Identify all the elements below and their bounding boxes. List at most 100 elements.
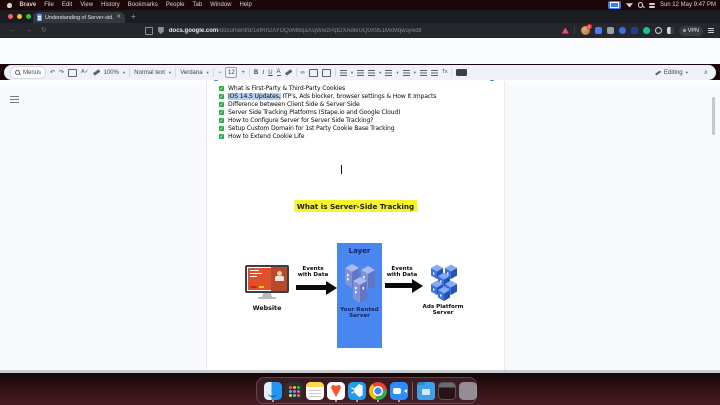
print-icon[interactable]: [68, 69, 77, 77]
wifi-icon[interactable]: [626, 3, 633, 8]
vscode-dock-icon[interactable]: [348, 382, 366, 400]
menu-edit[interactable]: Edit: [62, 2, 72, 8]
menu-bookmarks[interactable]: Bookmarks: [128, 2, 158, 8]
checkbox-checked-icon[interactable]: ✓: [219, 110, 224, 115]
decrease-indent-icon[interactable]: [420, 70, 427, 76]
add-comment-icon[interactable]: [309, 69, 318, 77]
launchpad-dock-icon[interactable]: [285, 382, 303, 400]
extension-icon-4[interactable]: [631, 27, 638, 34]
reload-icon[interactable]: ↻: [41, 27, 47, 34]
browser-tab[interactable]: Understanding of Server-sid... ✕: [33, 12, 125, 23]
menu-history[interactable]: History: [101, 2, 120, 8]
screenshot-thumbnail-dock-icon[interactable]: [438, 382, 456, 400]
undo-button[interactable]: ↶: [50, 70, 55, 76]
checkbox-checked-icon[interactable]: ✓: [219, 94, 224, 99]
browser-profile-avatar[interactable]: 9: [581, 26, 590, 35]
checklist-caret-icon[interactable]: ▾: [379, 70, 381, 76]
vpn-button[interactable]: VPN: [679, 26, 703, 36]
checkbox-checked-icon[interactable]: ✓: [219, 126, 224, 131]
numbered-list-caret-icon[interactable]: ▾: [414, 70, 416, 76]
vertical-scrollbar[interactable]: [712, 97, 715, 135]
menu-help[interactable]: Help: [240, 2, 252, 8]
forward-icon[interactable]: →: [25, 27, 32, 34]
font-size-increase[interactable]: +: [241, 70, 245, 76]
close-window-button[interactable]: [8, 14, 13, 19]
trash-dock-icon[interactable]: [459, 382, 477, 400]
numbered-list-icon[interactable]: [403, 70, 410, 76]
menu-view[interactable]: View: [80, 2, 93, 8]
maximize-window-button[interactable]: [26, 14, 31, 19]
styles-caret-icon[interactable]: ▾: [169, 70, 171, 76]
url-field[interactable]: docs.google.com/document/d/1efRh2AYDQoMB…: [169, 28, 422, 34]
browser-menu-icon[interactable]: [708, 28, 714, 33]
checklist-item[interactable]: ✓ Server Side Tracking Platforms (Stape.…: [219, 109, 400, 116]
document-page[interactable]: ✓ What is First-Party & Third-Party Cook…: [206, 81, 505, 370]
new-tab-button[interactable]: +: [131, 12, 136, 21]
styles-select[interactable]: Normal text: [134, 70, 165, 76]
spotlight-search-icon[interactable]: [638, 2, 644, 8]
checklist-item[interactable]: ✓ How to Configure Server for Server Sid…: [219, 117, 373, 124]
document-outline-icon[interactable]: [10, 96, 19, 103]
checkbox-checked-icon[interactable]: ✓: [219, 118, 224, 123]
brave-rewards-icon[interactable]: [562, 28, 569, 34]
spellcheck-icon[interactable]: A✓: [81, 70, 89, 75]
finder-dock-icon[interactable]: [264, 382, 282, 400]
screen-mirroring-icon[interactable]: [608, 1, 621, 9]
extension-icon-7[interactable]: [667, 27, 674, 34]
increase-indent-icon[interactable]: [431, 70, 438, 76]
insert-link-icon[interactable]: ∞: [301, 70, 305, 76]
italic-button[interactable]: I: [262, 70, 264, 76]
align-icon[interactable]: [340, 70, 347, 76]
menu-window[interactable]: Window: [210, 2, 231, 8]
notes-dock-icon[interactable]: [306, 382, 324, 400]
clear-formatting-button[interactable]: Tx: [442, 70, 448, 75]
reading-list-icon[interactable]: [145, 27, 153, 35]
paint-format-icon[interactable]: [93, 69, 100, 75]
brave-shield-icon[interactable]: [158, 27, 164, 34]
menu-file[interactable]: File: [44, 2, 54, 8]
menu-people[interactable]: People: [166, 2, 185, 8]
highlight-color-icon[interactable]: [284, 69, 291, 75]
line-spacing-icon[interactable]: [357, 70, 364, 76]
checkbox-checked-icon[interactable]: ✓: [219, 86, 224, 91]
text-color-button[interactable]: A: [277, 69, 281, 77]
extension-icon-6[interactable]: [655, 27, 663, 35]
brave-dock-icon[interactable]: [327, 382, 345, 400]
bulleted-list-icon[interactable]: [385, 70, 392, 76]
extension-icon-3[interactable]: [619, 27, 626, 34]
menu-tab[interactable]: Tab: [192, 2, 202, 8]
bulleted-list-caret-icon[interactable]: ▾: [396, 70, 398, 76]
checkbox-checked-icon[interactable]: ✓: [219, 102, 224, 107]
font-caret-icon[interactable]: ▾: [207, 70, 209, 76]
extension-icon-2[interactable]: [607, 27, 614, 34]
checklist-item[interactable]: ✓ Difference between Client Side & Serve…: [219, 101, 360, 108]
extension-toolbar-icon[interactable]: [456, 69, 467, 76]
checklist-item[interactable]: ✓ IOS 14.5 Updates, ITP's, Ads blocker, …: [219, 93, 436, 100]
menu-bar-clock[interactable]: Sun 12 May 9:47 PM: [660, 2, 716, 8]
menu-app-name[interactable]: Brave: [20, 2, 37, 8]
checklist-item[interactable]: ✓ What is First-Party & Third-Party Cook…: [219, 85, 345, 92]
insert-image-icon[interactable]: [322, 69, 331, 77]
font-size-decrease[interactable]: −: [218, 70, 222, 76]
zoom-caret-icon[interactable]: ▾: [123, 70, 125, 76]
chrome-dock-icon[interactable]: [369, 382, 387, 400]
collapse-toolbar-icon[interactable]: ∧: [704, 69, 708, 76]
extension-icon-1[interactable]: [595, 27, 602, 34]
underline-button[interactable]: U: [268, 70, 272, 76]
menus-search-button[interactable]: Menus: [10, 66, 46, 79]
zoom-select[interactable]: 100%: [104, 70, 119, 76]
bold-button[interactable]: B: [254, 70, 258, 76]
redo-button[interactable]: ↷: [59, 70, 64, 76]
minimize-window-button[interactable]: [17, 14, 22, 19]
back-icon[interactable]: ←: [9, 27, 16, 34]
close-tab-icon[interactable]: ✕: [116, 15, 121, 21]
align-caret-icon[interactable]: ▾: [351, 70, 353, 76]
checklist-item[interactable]: ✓ How to Extend Cookie Life: [219, 133, 304, 140]
checklist-item[interactable]: ✓ Setup Custom Domain for 1st Party Cook…: [219, 125, 394, 132]
apple-icon[interactable]: [7, 3, 12, 8]
editing-mode-control[interactable]: Editing ▾: [655, 69, 688, 76]
checklist-icon[interactable]: [368, 70, 375, 76]
checkbox-checked-icon[interactable]: ✓: [219, 134, 224, 139]
downloads-folder-dock-icon[interactable]: [417, 382, 435, 400]
extension-icon-5[interactable]: [643, 27, 650, 34]
